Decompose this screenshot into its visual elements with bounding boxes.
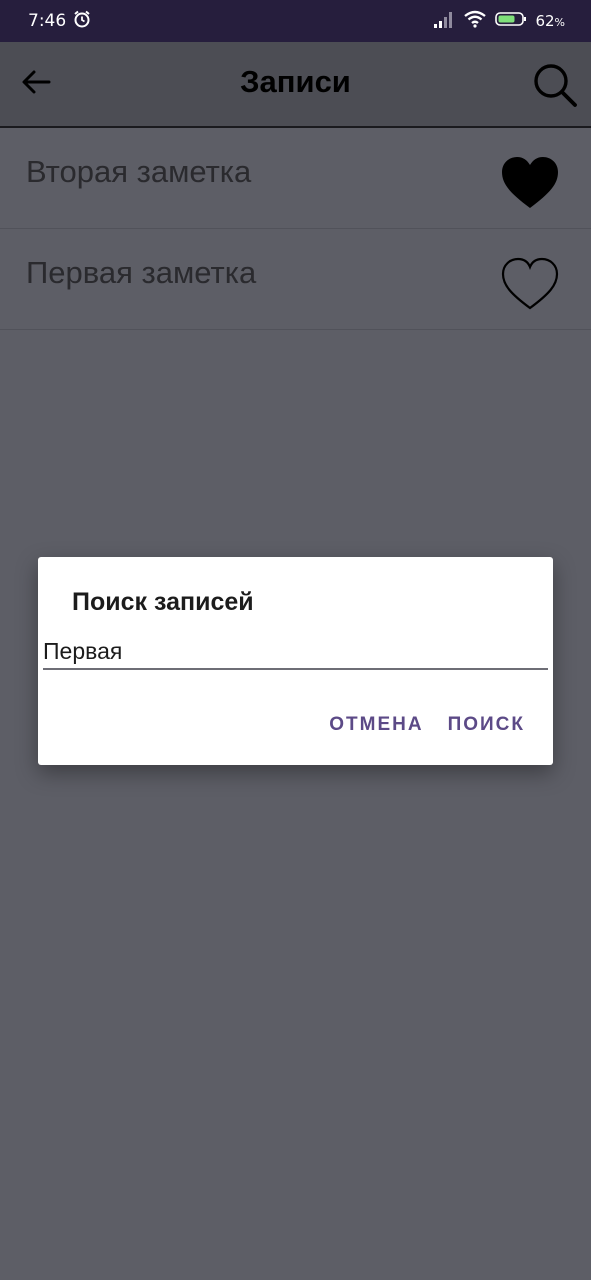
battery-percent: 62 xyxy=(535,12,555,30)
dialog-title: Поиск записей xyxy=(72,588,254,616)
note-list: Вторая заметка Первая заметка xyxy=(0,128,591,330)
note-title: Первая заметка xyxy=(26,255,257,290)
favorite-toggle[interactable] xyxy=(496,153,564,217)
favorite-toggle[interactable] xyxy=(496,254,564,318)
page-title: Записи xyxy=(240,64,351,99)
status-bar: 7:46 62% xyxy=(0,0,591,42)
battery-icon xyxy=(495,11,527,31)
battery-text: 62% xyxy=(535,12,565,30)
wifi-icon xyxy=(463,10,487,32)
status-time: 7:46 xyxy=(28,11,67,31)
search-submit-button[interactable]: ПОИСК xyxy=(448,714,525,736)
search-input[interactable] xyxy=(43,634,548,670)
list-item[interactable]: Первая заметка xyxy=(0,229,591,330)
heart-outline-icon xyxy=(500,257,560,316)
search-dialog: Поиск записей ОТМЕНА ПОИСК xyxy=(38,557,553,765)
note-title: Вторая заметка xyxy=(26,154,252,189)
status-right: 62% xyxy=(433,10,565,32)
search-button[interactable] xyxy=(528,60,582,114)
dialog-actions: ОТМЕНА ПОИСК xyxy=(329,714,525,736)
toolbar: Записи xyxy=(0,42,591,128)
list-item[interactable]: Вторая заметка xyxy=(0,128,591,229)
status-left: 7:46 xyxy=(28,9,92,33)
cancel-button[interactable]: ОТМЕНА xyxy=(329,714,423,736)
heart-filled-icon xyxy=(500,156,560,215)
signal-icon xyxy=(433,10,455,32)
battery-unit: % xyxy=(554,16,565,29)
search-icon xyxy=(532,62,578,113)
alarm-icon xyxy=(72,9,92,33)
